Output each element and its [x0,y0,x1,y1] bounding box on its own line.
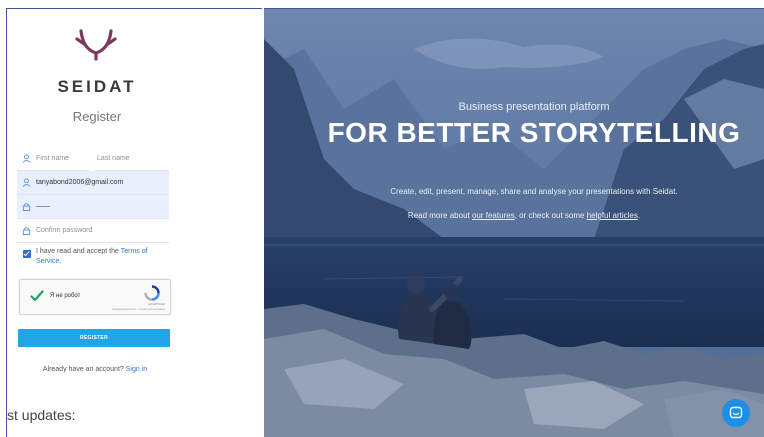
sign-in-link[interactable]: Sign in [126,366,147,373]
terms-checkbox[interactable] [23,250,31,258]
password-value: —— [36,203,50,210]
last-name-placeholder: Last name [97,155,130,162]
recaptcha-brand: reCAPTCHA [147,302,165,306]
register-button[interactable]: REGISTER [18,329,170,347]
confirm-password-field[interactable]: Confirm password [17,219,169,243]
recaptcha-widget[interactable]: Я не робот reCAPTCHA Конфиденциальность … [19,279,171,315]
email-field[interactable]: tanyabond2006@gmail.com [17,171,169,195]
articles-link[interactable]: helpful articles [587,211,638,220]
updates-heading: st updates: [7,407,76,423]
mountain-lake-background [264,9,764,437]
last-name-field[interactable]: Last name [95,147,169,171]
terms-prefix: I have read and accept the [36,248,121,255]
email-value: tanyabond2006@gmail.com [36,179,124,186]
first-name-placeholder: First name [36,155,70,162]
first-name-field[interactable]: First name [17,147,89,171]
password-field[interactable]: —— [17,195,169,219]
chat-icon [729,406,743,419]
recaptcha-icon [144,285,160,301]
chat-button[interactable] [722,399,750,427]
user-icon [20,153,32,165]
read-more-middle: , or check out some [514,211,587,220]
register-panel: SEIDAT Register First name Last name tan… [6,8,262,437]
recaptcha-label: Я не робот [50,293,81,299]
read-more-suffix: . [637,211,641,220]
terms-suffix: . [59,258,62,265]
brand-name: SEIDAT [57,77,137,96]
lock-icon [20,201,32,213]
read-more-prefix: Read more about [407,211,472,220]
have-account-row: Already have an account? Sign in [7,366,183,373]
antler-logo-icon [75,29,117,61]
hero-description: Create, edit, present, manage, share and… [390,187,678,196]
terms-row: I have read and accept the Terms of Serv… [23,247,173,267]
hero-headline: FOR BETTER STORYTELLING [327,117,741,148]
features-link[interactable]: our features [472,211,515,220]
confirm-password-placeholder: Confirm password [36,227,93,234]
recaptcha-terms[interactable]: Конфиденциальность - Условия использован… [112,308,165,311]
hero-panel: Business presentation platform FOR BETTE… [264,8,764,437]
user-icon [20,177,32,189]
page: SEIDAT Register First name Last name tan… [0,0,764,437]
hero-subtitle: Business presentation platform [458,101,610,113]
have-account-text: Already have an account? [42,366,124,373]
terms-text: I have read and accept the Terms of Serv… [36,247,173,267]
register-title: Register [72,109,122,124]
hero-read-more: Read more about our features, or check o… [264,211,764,220]
lock-icon [20,225,32,237]
checkmark-icon [30,290,44,302]
